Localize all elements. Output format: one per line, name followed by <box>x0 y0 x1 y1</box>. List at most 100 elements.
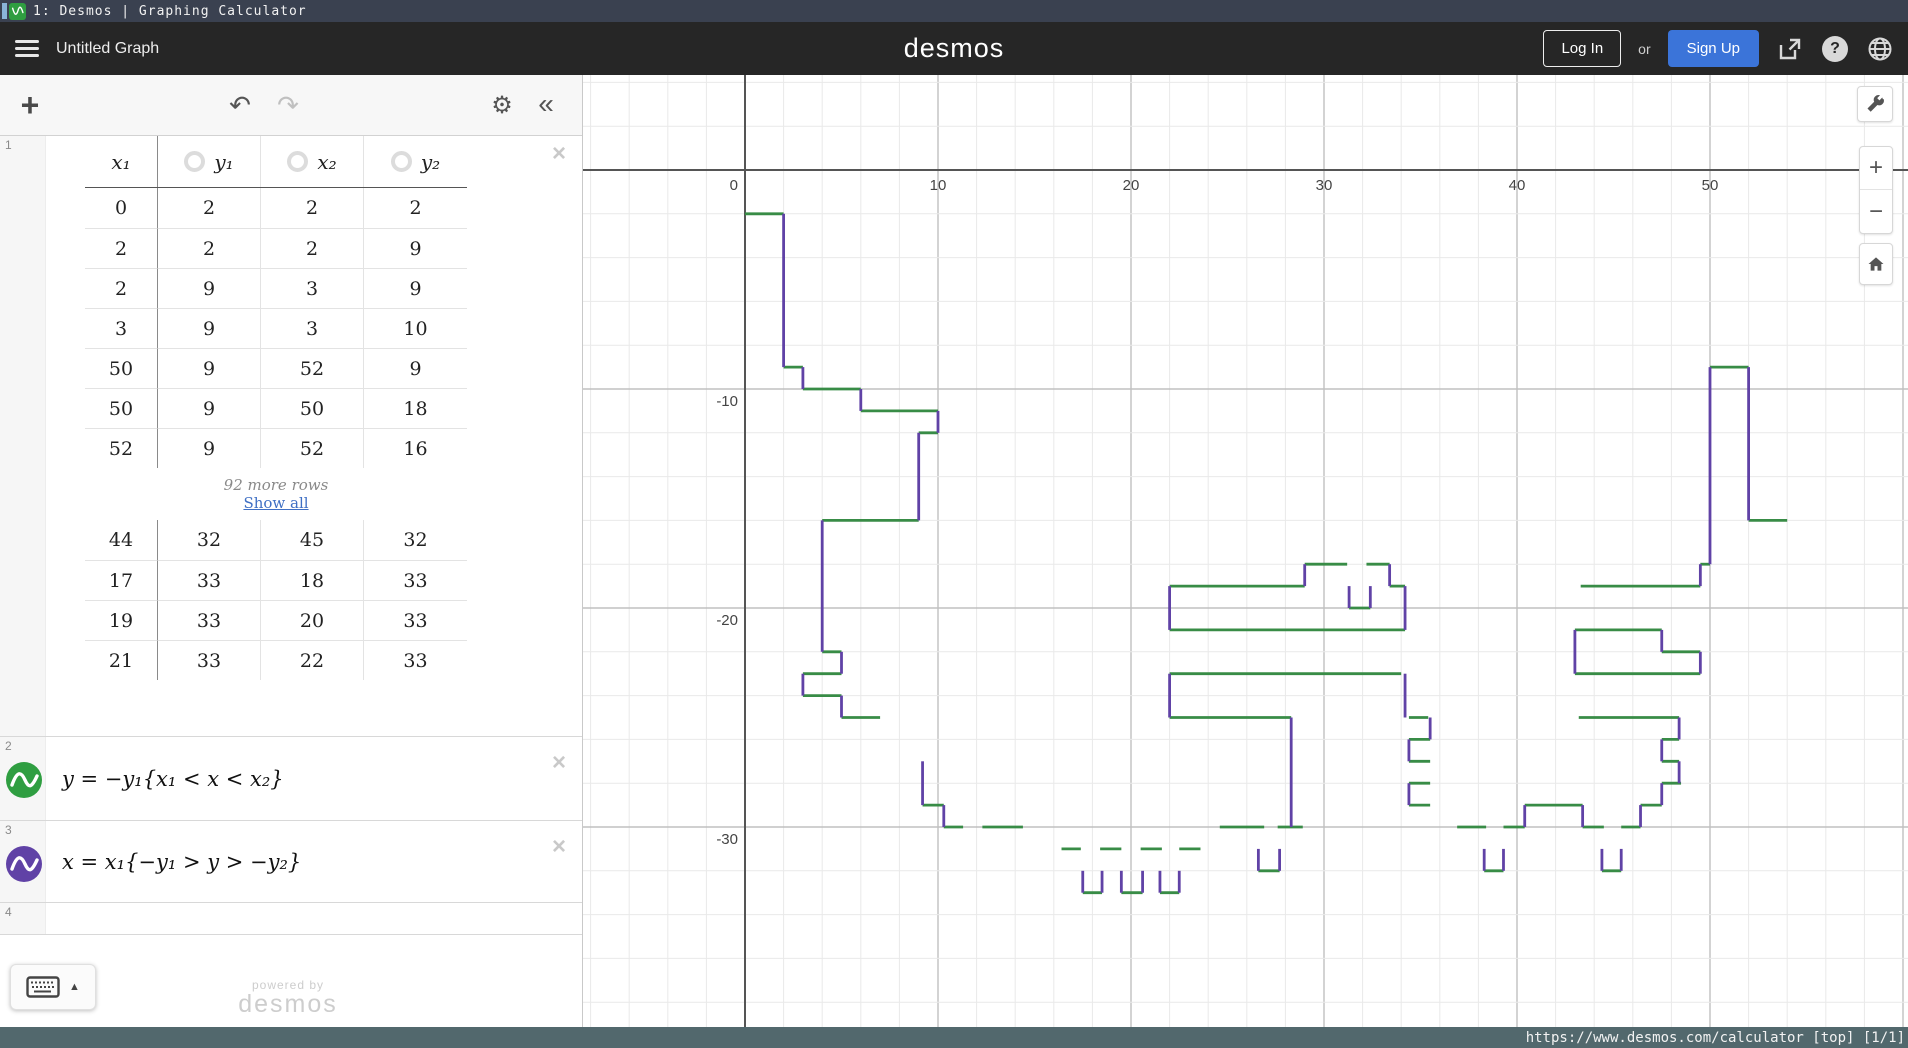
table-cell[interactable]: 9 <box>364 348 467 388</box>
expression-item-2[interactable]: 2 y = −y₁{x₁ < x < x₂} × <box>0 737 582 821</box>
table-cell[interactable]: 9 <box>158 428 261 468</box>
table-cell[interactable]: 44 <box>85 520 158 560</box>
table-row: 5095018 <box>85 388 467 428</box>
table-cell[interactable]: 22 <box>261 640 364 680</box>
help-glyph: ? <box>1830 40 1840 58</box>
table-cell[interactable]: 50 <box>85 348 158 388</box>
default-view-home-button[interactable] <box>1859 243 1893 285</box>
table-cell[interactable]: 9 <box>158 268 261 308</box>
table-cell[interactable]: 45 <box>261 520 364 560</box>
close-icon[interactable]: × <box>552 753 566 773</box>
zoom-in-button[interactable]: + <box>1860 147 1892 190</box>
curve-style-icon-green[interactable] <box>5 761 43 799</box>
table-cell[interactable]: 16 <box>364 428 467 468</box>
table-cell[interactable]: 9 <box>364 268 467 308</box>
zoom-out-button[interactable]: − <box>1860 190 1892 233</box>
edit-list-gear-icon[interactable]: ⚙ <box>482 75 522 136</box>
column-toggle-circle[interactable] <box>287 151 308 172</box>
axis-tick-label: 50 <box>1702 177 1719 194</box>
table-cell[interactable]: 2 <box>364 188 467 228</box>
table-cell[interactable]: 9 <box>158 348 261 388</box>
table-cell[interactable]: 2 <box>158 188 261 228</box>
table-header-cell: y₁ <box>158 136 261 187</box>
table-cell[interactable]: 32 <box>158 520 261 560</box>
signup-button[interactable]: Sign Up <box>1668 30 1759 67</box>
table-cell[interactable]: 33 <box>364 560 467 600</box>
language-globe-icon[interactable] <box>1866 35 1894 63</box>
table-cell[interactable]: 19 <box>85 600 158 640</box>
graph-settings-wrench-button[interactable] <box>1857 86 1893 122</box>
table-cell[interactable]: 3 <box>85 308 158 348</box>
table-cell[interactable]: 33 <box>364 600 467 640</box>
table-cell[interactable]: 2 <box>158 228 261 268</box>
column-toggle-circle[interactable] <box>391 151 412 172</box>
table-cell[interactable]: 2 <box>85 228 158 268</box>
redo-icon[interactable]: ↷ <box>266 75 310 136</box>
column-label: y₁ <box>214 150 233 174</box>
table-cell[interactable]: 50 <box>85 388 158 428</box>
table-cell[interactable]: 52 <box>261 348 364 388</box>
column-toggle-circle[interactable] <box>184 151 205 172</box>
login-button[interactable]: Log In <box>1543 30 1621 67</box>
add-expression-button[interactable]: + <box>10 75 50 136</box>
table-cell[interactable]: 18 <box>364 388 467 428</box>
window-title: 1: Desmos | Graphing Calculator <box>33 4 307 19</box>
table-cell[interactable]: 3 <box>261 268 364 308</box>
table-cell[interactable]: 52 <box>85 428 158 468</box>
expression-item-4-empty[interactable]: 4 <box>0 903 582 935</box>
more-rows-label: 92 more rows <box>224 476 329 494</box>
collapse-panel-icon[interactable]: « <box>526 75 566 136</box>
desmos-logo-icon <box>9 3 26 20</box>
expression-latex[interactable]: x = x₁{−y₁ > y > −y₂} <box>62 850 301 874</box>
table-cell[interactable]: 50 <box>261 388 364 428</box>
table-cell[interactable]: 2 <box>261 228 364 268</box>
table-row: 21332233 <box>85 640 467 680</box>
undo-icon[interactable]: ↶ <box>218 75 262 136</box>
table-cell[interactable]: 33 <box>158 560 261 600</box>
axis-tick-label: 10 <box>930 177 947 194</box>
axis-tick-label: -20 <box>716 612 738 629</box>
table-cell[interactable]: 21 <box>85 640 158 680</box>
table-cell[interactable]: 10 <box>364 308 467 348</box>
status-url: https://www.desmos.com/calculator [top] … <box>1526 1030 1905 1046</box>
expression-item-table[interactable]: 1 × x₁y₁x₂y₂ 022222292939393105095295095… <box>0 136 582 737</box>
terminal-titlebar: 1: Desmos | Graphing Calculator <box>0 0 1908 22</box>
table-cell[interactable]: 9 <box>158 308 261 348</box>
table-cell[interactable]: 18 <box>261 560 364 600</box>
keyboard-toggle-button[interactable]: ▲ <box>10 964 96 1010</box>
table-cell[interactable]: 52 <box>261 428 364 468</box>
share-icon[interactable] <box>1776 35 1804 63</box>
help-icon[interactable]: ? <box>1821 35 1849 63</box>
titlebar-accent <box>2 3 7 19</box>
table-cell[interactable]: 2 <box>261 188 364 228</box>
table-rows-top: 0222222929393931050952950950185295216 <box>85 188 467 468</box>
table-cell[interactable]: 2 <box>85 268 158 308</box>
show-all-link[interactable]: Show all <box>243 494 308 512</box>
expression-latex[interactable]: y = −y₁{x₁ < x < x₂} <box>62 767 284 791</box>
table-cell[interactable]: 9 <box>158 388 261 428</box>
axis-tick-label: 40 <box>1509 177 1526 194</box>
axis-tick-label: -10 <box>716 393 738 410</box>
more-rows-note: 92 more rows Show all <box>85 468 467 520</box>
column-label: y₂ <box>421 150 440 174</box>
or-label: or <box>1638 41 1650 57</box>
table-cell[interactable]: 0 <box>85 188 158 228</box>
item-index: 1 <box>5 138 12 152</box>
curve-style-icon-purple[interactable] <box>5 845 43 883</box>
table-cell[interactable]: 9 <box>364 228 467 268</box>
expression-item-3[interactable]: 3 x = x₁{−y₁ > y > −y₂} × <box>0 821 582 903</box>
table-cell[interactable]: 17 <box>85 560 158 600</box>
graph-paper[interactable]: 01020304050-10-20-30 <box>583 75 1908 1027</box>
close-icon[interactable]: × <box>552 144 566 164</box>
table-cell[interactable]: 33 <box>158 640 261 680</box>
app-header: Untitled Graph desmos Log In or Sign Up … <box>0 22 1908 75</box>
item-gutter: 1 <box>0 136 46 736</box>
expressions-panel: + ↶ ↷ ⚙ « 1 × x₁y₁x₂y₂ 02222229293939310… <box>0 75 583 1027</box>
table-cell[interactable]: 33 <box>158 600 261 640</box>
table-cell[interactable]: 32 <box>364 520 467 560</box>
table-cell[interactable]: 20 <box>261 600 364 640</box>
table-row: 2229 <box>85 228 467 268</box>
table-cell[interactable]: 33 <box>364 640 467 680</box>
table-cell[interactable]: 3 <box>261 308 364 348</box>
close-icon[interactable]: × <box>552 837 566 857</box>
